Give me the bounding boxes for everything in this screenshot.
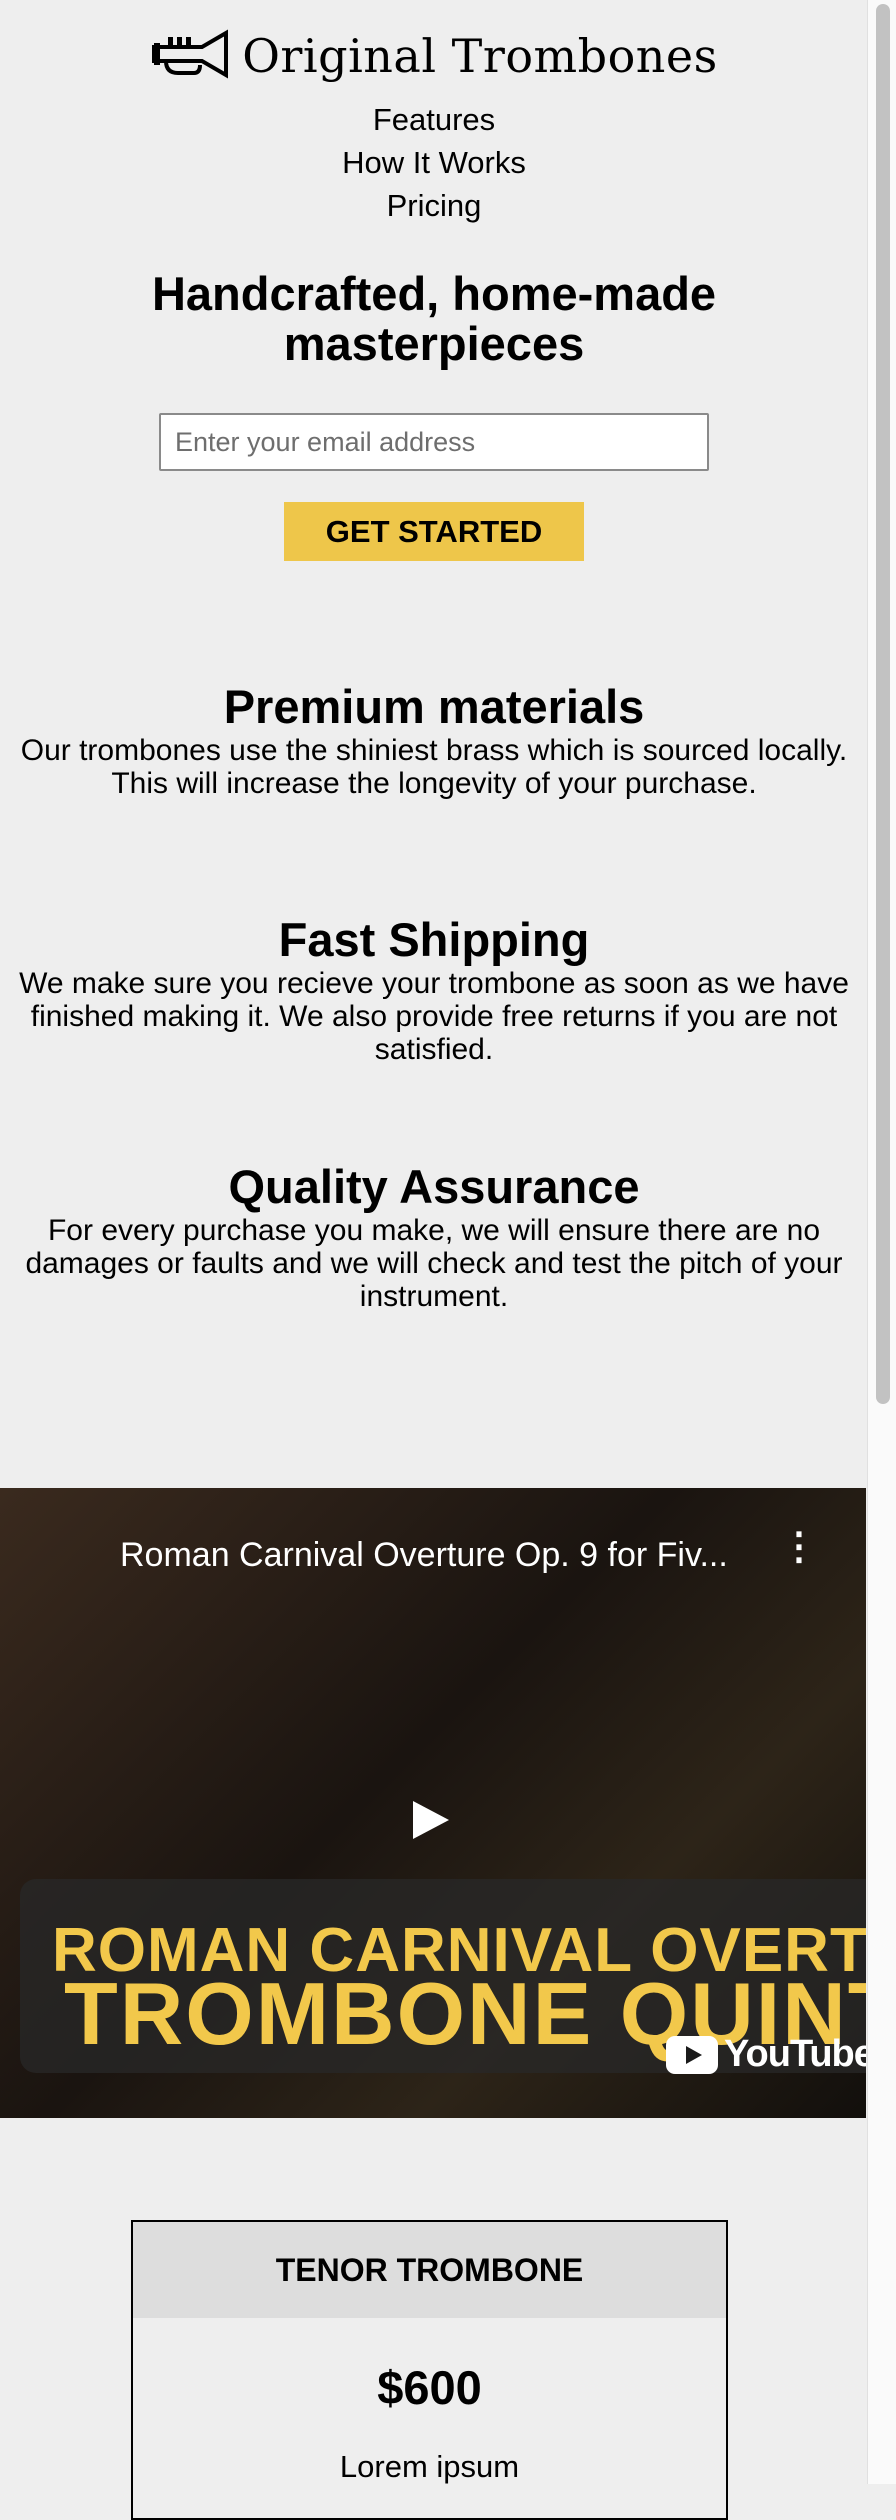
- feature-quality-assurance: Quality Assurance For every purchase you…: [0, 1160, 868, 1314]
- pricing-card-title: TENOR TROMBONE: [133, 2222, 726, 2318]
- pricing-card: TENOR TROMBONE $600 Lorem ipsum: [131, 2220, 728, 2520]
- feature-text: For every purchase you make, we will ens…: [25, 1214, 843, 1313]
- trumpet-icon: [150, 29, 230, 84]
- youtube-logo-icon: [666, 2035, 718, 2074]
- page: Original Trombones Features How It Works…: [0, 0, 868, 1313]
- page-scrollbar[interactable]: [867, 0, 896, 2484]
- play-icon[interactable]: [403, 1795, 459, 1850]
- pricing-card-feature: Lorem ipsum: [339, 2449, 520, 2484]
- nav-link-features[interactable]: Features: [0, 98, 868, 141]
- feature-title: Premium materials: [223, 680, 645, 733]
- pricing-card-price: $600: [377, 2361, 482, 2414]
- brand-name: Original Trombones: [242, 29, 718, 83]
- brand[interactable]: Original Trombones: [0, 28, 868, 84]
- main-nav: Features How It Works Pricing: [0, 98, 868, 227]
- scrollbar-thumb[interactable]: [876, 4, 890, 1404]
- feature-title: Quality Assurance: [228, 1160, 640, 1213]
- feature-title: Fast Shipping: [278, 913, 590, 966]
- nav-link-how-it-works[interactable]: How It Works: [0, 141, 868, 184]
- youtube-wordmark: YouTube: [724, 2033, 866, 2075]
- hero: Handcrafted, home-made masterpieces GET …: [0, 269, 868, 561]
- video-title[interactable]: Roman Carnival Overture Op. 9 for Fiv...: [120, 1536, 728, 1575]
- more-vertical-icon[interactable]: ⋮: [780, 1528, 818, 1566]
- email-input[interactable]: [159, 413, 709, 471]
- feature-premium-materials: Premium materials Our trombones use the …: [0, 680, 868, 801]
- youtube-logo[interactable]: YouTube: [666, 2033, 866, 2076]
- feature-fast-shipping: Fast Shipping We make sure you recieve y…: [0, 913, 868, 1067]
- video-player[interactable]: Roman Carnival Overture Op. 9 for Fiv...…: [0, 1488, 866, 2118]
- hero-title: Handcrafted, home-made masterpieces: [151, 267, 717, 370]
- site-header: Original Trombones Features How It Works…: [0, 0, 868, 227]
- feature-text: We make sure you recieve your trombone a…: [19, 967, 849, 1066]
- nav-link-pricing[interactable]: Pricing: [0, 184, 868, 227]
- feature-text: Our trombones use the shiniest brass whi…: [20, 734, 848, 800]
- get-started-button[interactable]: GET STARTED: [284, 502, 584, 561]
